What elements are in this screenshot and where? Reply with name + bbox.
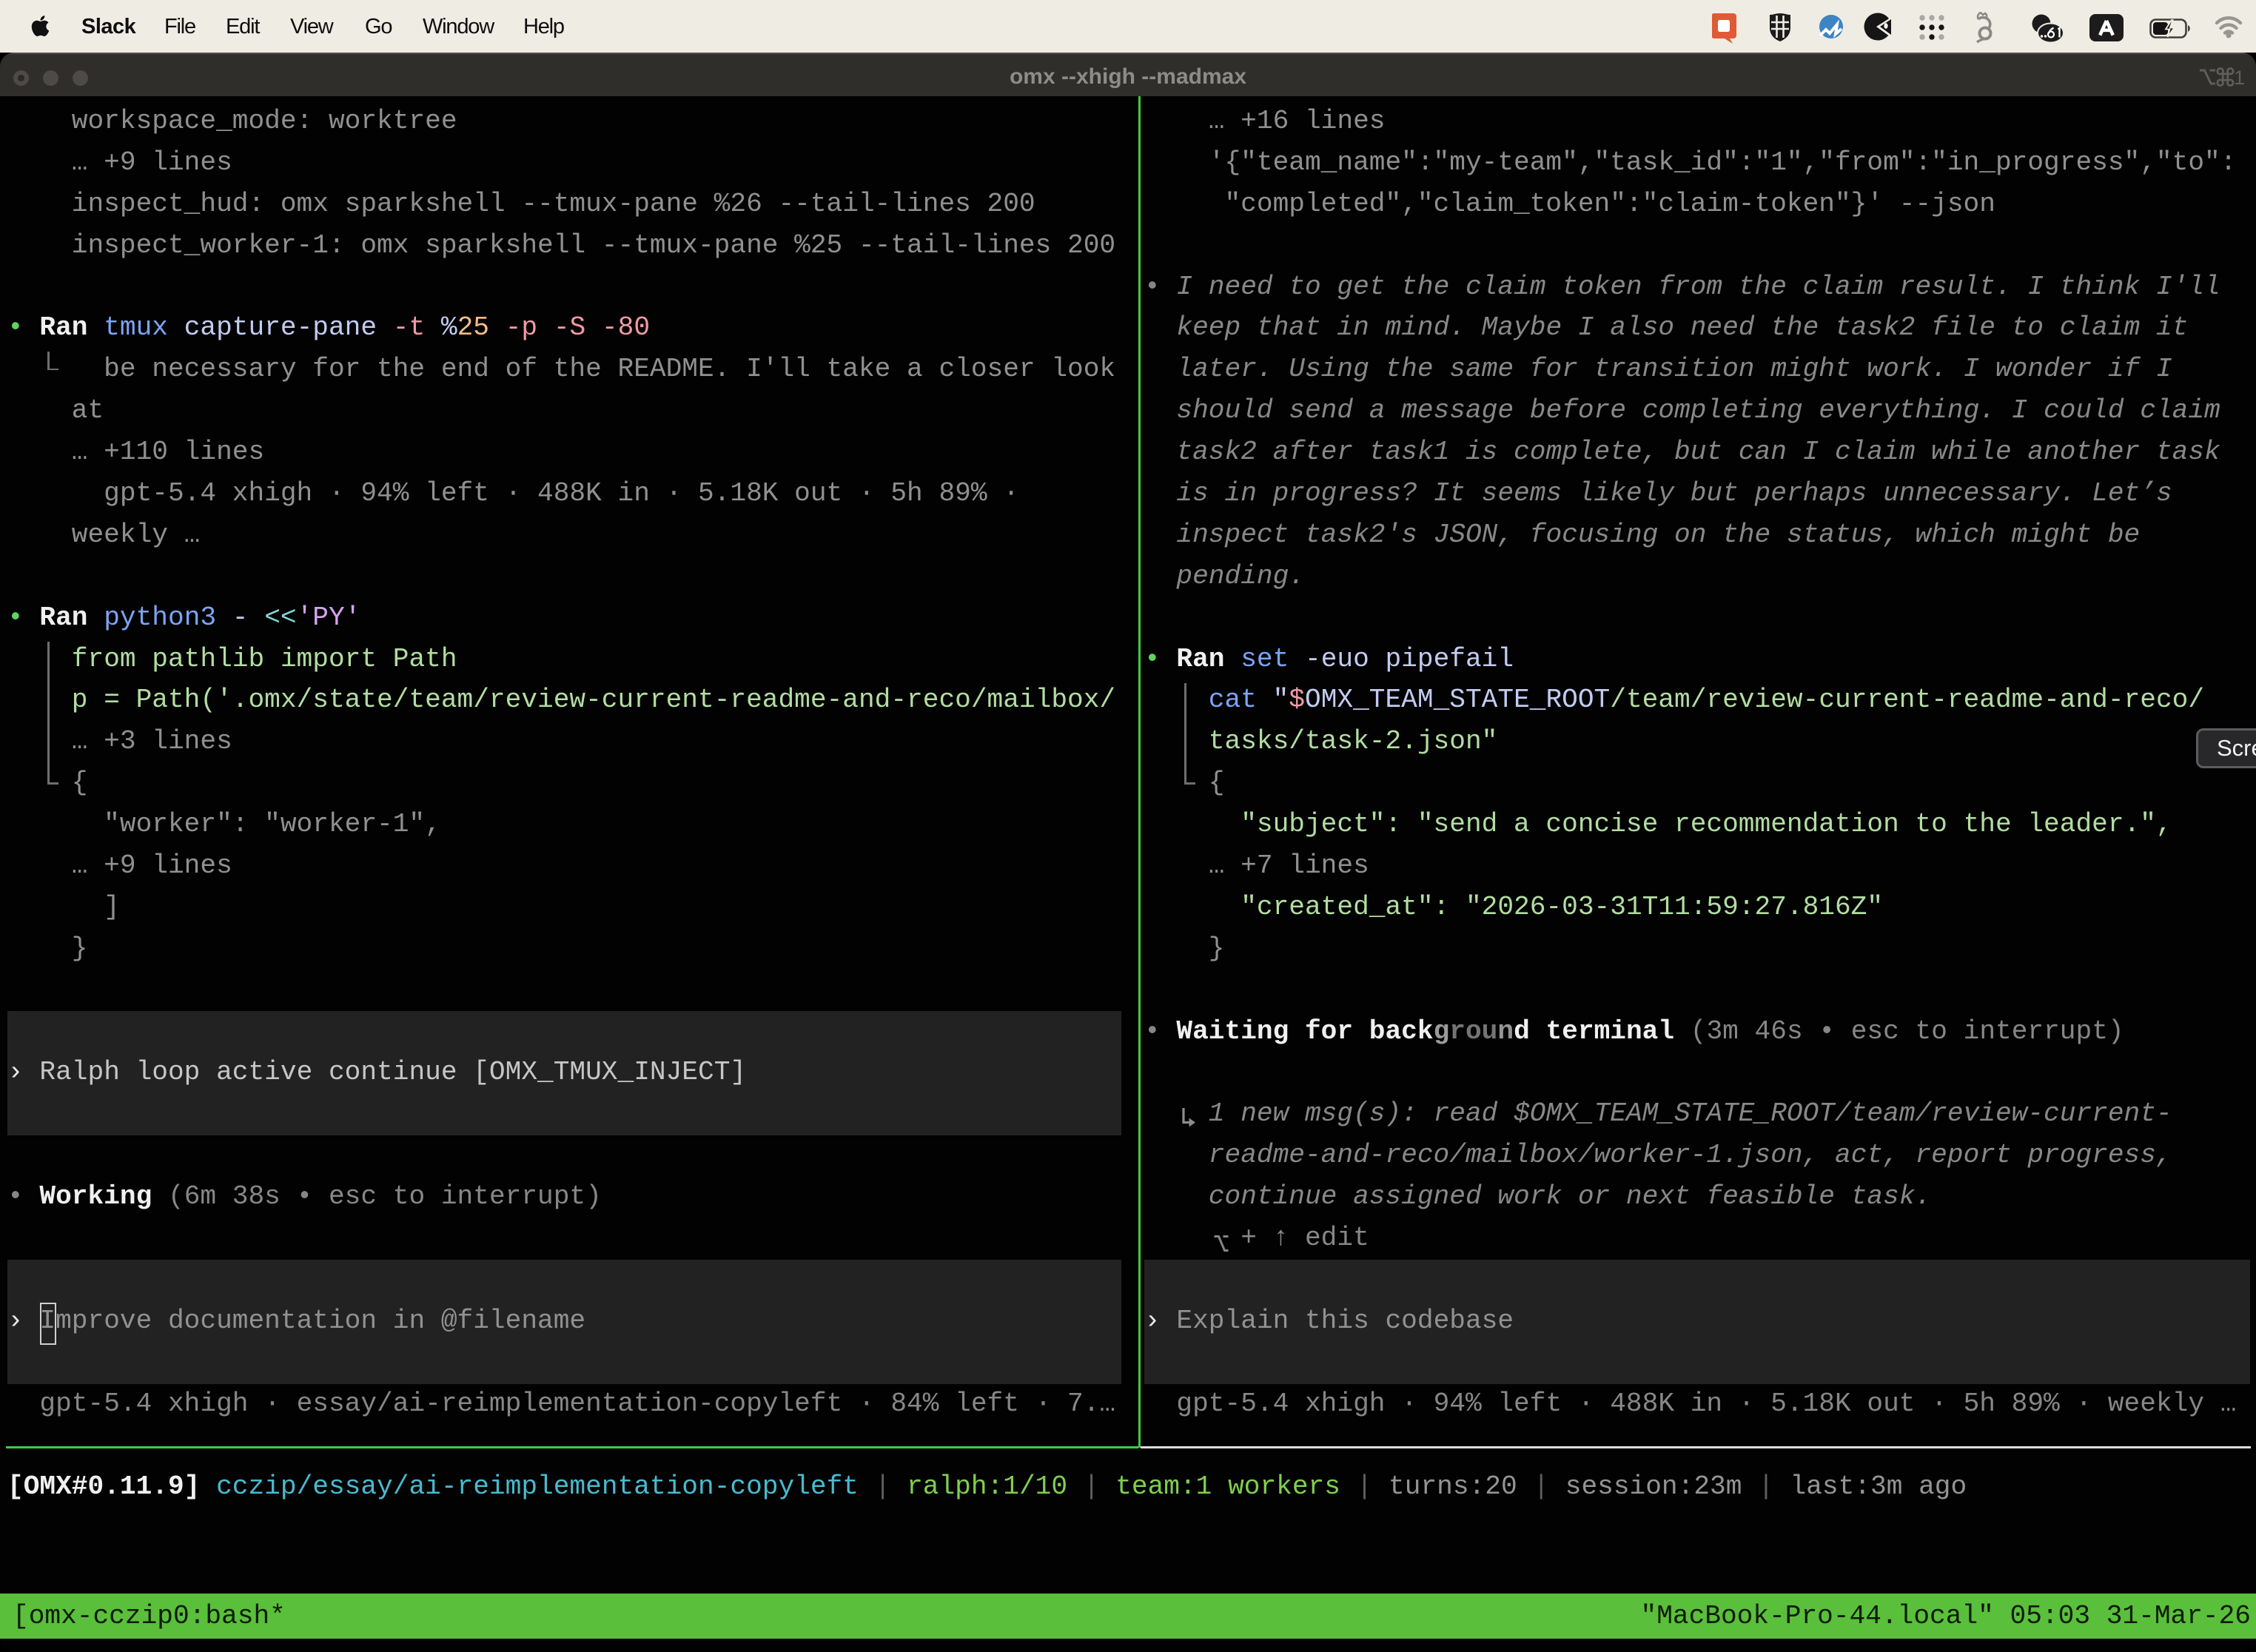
svg-text:1: 1 — [2234, 67, 2245, 89]
